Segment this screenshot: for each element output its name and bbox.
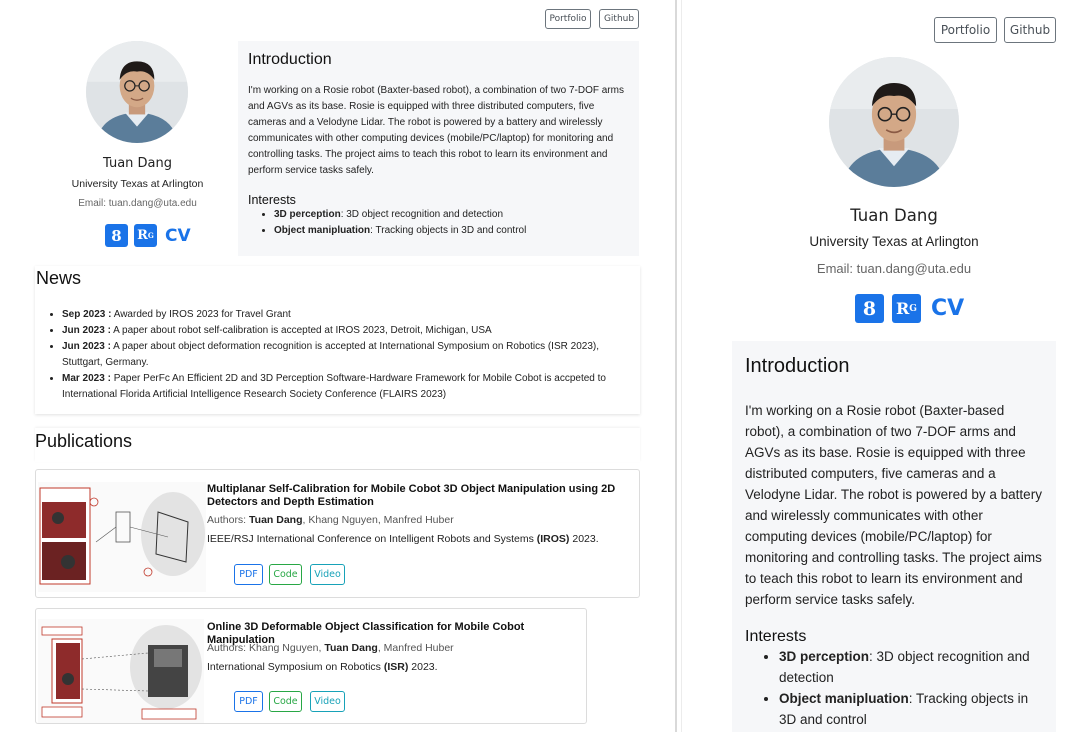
news-item: Mar 2023 : Paper PerFc An Efficient 2D a… — [62, 371, 640, 403]
venue-name: International Symposium on Robotics — [207, 661, 384, 673]
profile-links: 8 RG CV — [855, 294, 964, 323]
publication-card: Multiplanar Self-Calibration for Mobile … — [35, 469, 640, 598]
venue-abbr: (IROS) — [536, 533, 570, 545]
deformable-diagram — [41, 625, 202, 720]
news-text: A paper about robot self-calibration is … — [110, 325, 492, 336]
publication-authors: Authors: Khang Nguyen, Tuan Dang, Manfre… — [207, 642, 454, 654]
researchgate-icon[interactable]: RG — [134, 224, 157, 247]
mobile-view: Portfolio Github Tuan Dang University Te… — [683, 0, 1091, 732]
news-item: Jun 2023 : A paper about robot self-cali… — [62, 323, 640, 339]
portfolio-button[interactable]: Portfolio — [545, 9, 591, 29]
code-button[interactable]: Code — [269, 564, 302, 585]
intro-text: I'm working on a Rosie robot (Baxter-bas… — [248, 85, 624, 176]
publication-venue: IEEE/RSJ International Conference on Int… — [207, 533, 599, 545]
profile-affiliation: University Texas at Arlington — [71, 178, 204, 190]
interest-item: 3D perception: 3D object recognition and… — [274, 207, 629, 223]
news-text: Awarded by IROS 2023 for Travel Grant — [111, 309, 291, 320]
calibration-diagram — [39, 487, 205, 585]
news-text: A paper about object deformation recogni… — [62, 341, 599, 368]
interests-heading: Interests — [248, 193, 296, 207]
researchgate-letter: R — [137, 228, 148, 243]
cv-link[interactable]: CV — [931, 296, 964, 321]
github-button[interactable]: Github — [1004, 17, 1056, 43]
publication-title[interactable]: Multiplanar Self-Calibration for Mobile … — [207, 483, 632, 509]
news-heading: News — [36, 268, 82, 288]
news-item: Sep 2023 : Awarded by IROS 2023 for Trav… — [62, 307, 640, 323]
researchgate-sup: G — [909, 303, 917, 314]
profile-links: 8 RG CV — [105, 224, 191, 247]
interest-label: 3D perception — [779, 649, 870, 664]
intro-heading: Introduction — [745, 355, 850, 377]
desktop-view: Portfolio Github Tuan Dang University Te… — [0, 0, 675, 732]
publication-figure — [38, 482, 206, 592]
researchgate-sup: G — [147, 231, 154, 240]
author-highlight: Tuan Dang — [324, 642, 378, 654]
news-date: Mar 2023 : — [62, 373, 111, 384]
code-button[interactable]: Code — [269, 691, 302, 712]
interest-label: 3D perception — [274, 209, 341, 220]
portfolio-button[interactable]: Portfolio — [934, 17, 997, 43]
google-scholar-icon[interactable]: 8 — [855, 294, 884, 323]
interest-label: Object manipluation — [779, 691, 909, 706]
video-button[interactable]: Video — [310, 564, 345, 585]
publication-figure — [38, 619, 204, 723]
publications-heading: Publications — [35, 431, 133, 451]
news-item: Jun 2023 : A paper about object deformat… — [62, 339, 640, 371]
interests-list: 3D perception: 3D object recognition and… — [248, 207, 629, 239]
intro-card: Introduction I'm working on a Rosie robo… — [732, 341, 1056, 732]
github-button[interactable]: Github — [599, 9, 639, 29]
interest-item: 3D perception: 3D object recognition and… — [779, 646, 1044, 688]
intro-text: I'm working on a Rosie robot (Baxter-bas… — [745, 403, 1042, 607]
video-button[interactable]: Video — [310, 691, 345, 712]
intro-heading: Introduction — [248, 51, 332, 68]
author-highlight: Tuan Dang — [249, 514, 303, 526]
authors-rest: , Manfred Huber — [377, 642, 454, 654]
pane-divider-shadow — [681, 0, 682, 732]
authors-prefix: Authors: Khang Nguyen, — [207, 642, 325, 654]
news-text: Paper PerFc An Efficient 2D and 3D Perce… — [62, 373, 606, 400]
profile-name: Tuan Dang — [102, 156, 172, 171]
venue-abbr: (ISR) — [383, 661, 409, 673]
profile-affiliation: University Texas at Arlington — [809, 234, 979, 249]
news-date: Sep 2023 : — [62, 309, 112, 320]
interests-list: 3D perception: 3D object recognition and… — [745, 646, 1044, 730]
news-date: Jun 2023 : — [62, 341, 111, 352]
profile-email: Email: tuan.dang@uta.edu — [78, 198, 197, 209]
avatar — [829, 57, 959, 187]
pdf-button[interactable]: PDF — [234, 564, 263, 585]
venue-year: 2023. — [569, 533, 599, 545]
publication-venue: International Symposium on Robotics (ISR… — [207, 661, 438, 673]
google-scholar-icon[interactable]: 8 — [105, 224, 128, 247]
interest-item: Object manipluation: Tracking objects in… — [274, 223, 629, 239]
news-date: Jun 2023 : — [62, 325, 111, 336]
avatar-photo — [829, 57, 959, 187]
publication-card: Online 3D Deformable Object Classificati… — [35, 608, 587, 724]
news-list: Sep 2023 : Awarded by IROS 2023 for Trav… — [46, 307, 640, 403]
interest-label: Object manipluation — [274, 225, 371, 236]
profile-email: Email: tuan.dang@uta.edu — [816, 261, 972, 276]
venue-year: 2023. — [408, 661, 438, 673]
profile-name: Tuan Dang — [850, 206, 938, 225]
avatar — [86, 41, 188, 143]
researchgate-icon[interactable]: RG — [892, 294, 921, 323]
interests-heading: Interests — [745, 628, 807, 645]
venue-name: IEEE/RSJ International Conference on Int… — [207, 533, 537, 545]
interest-desc: : 3D object recognition and detection — [340, 209, 504, 220]
pdf-button[interactable]: PDF — [234, 691, 263, 712]
interest-desc: : Tracking objects in 3D and control — [370, 225, 527, 236]
intro-card: Introduction I'm working on a Rosie robo… — [238, 41, 639, 256]
publication-authors: Authors: Tuan Dang, Khang Nguyen, Manfre… — [207, 514, 454, 526]
avatar-photo — [86, 41, 188, 143]
cv-link[interactable]: CV — [165, 226, 191, 246]
researchgate-letter: R — [896, 299, 910, 318]
authors-prefix: Authors: — [207, 514, 250, 526]
interest-item: Object manipluation: Tracking objects in… — [779, 688, 1044, 730]
authors-rest: , Khang Nguyen, Manfred Huber — [302, 514, 454, 526]
pane-divider — [675, 0, 677, 732]
